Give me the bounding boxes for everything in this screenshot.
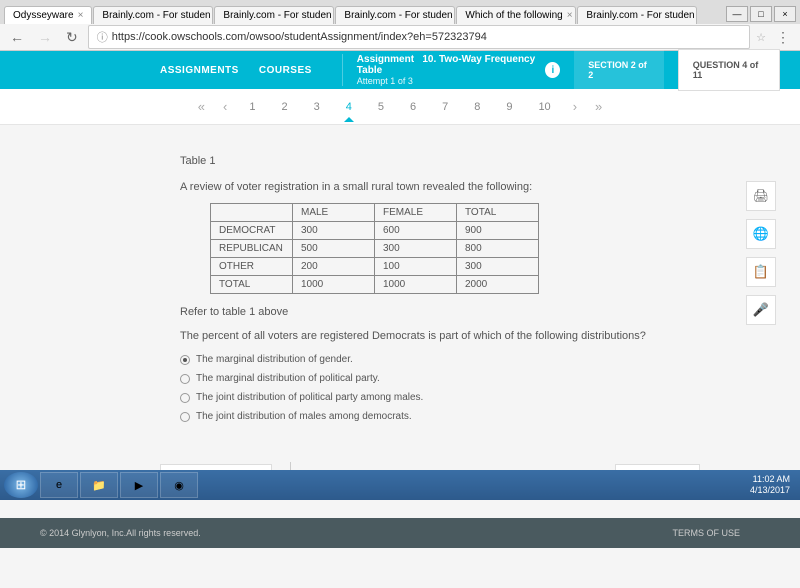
page-number[interactable]: 1	[245, 93, 259, 121]
tab-label: Brainly.com - For studen	[344, 10, 452, 21]
data-table: MALE FEMALE TOTAL DEMOCRAT300600900 REPU…	[210, 203, 539, 294]
maximize-button[interactable]: □	[750, 6, 772, 22]
radio-icon[interactable]	[180, 412, 190, 422]
page-number[interactable]: 9	[502, 93, 516, 121]
tab-label: Odysseyware	[13, 10, 74, 21]
browser-tab[interactable]: Brainly.com - For studen×	[214, 6, 334, 24]
start-button[interactable]: ⊞	[4, 472, 38, 498]
option-label: The marginal distribution of political p…	[196, 373, 380, 384]
app-header: ASSIGNMENTS COURSES Assignment 10. Two-W…	[0, 51, 800, 89]
copyright-text: © 2014 Glynlyon, Inc.All rights reserved…	[40, 528, 201, 538]
refer-text: Refer to table 1 above	[180, 306, 720, 318]
page-number[interactable]: 5	[374, 93, 388, 121]
question-indicator[interactable]: QUESTION 4 of 11	[678, 49, 780, 91]
assignment-label: Assignment	[357, 54, 414, 65]
globe-icon: 🌐	[753, 226, 769, 242]
taskbar-item[interactable]: e	[40, 472, 78, 498]
bookmark-icon[interactable]: ☆	[756, 31, 766, 44]
copy-button[interactable]: 📋	[746, 257, 776, 287]
page-number[interactable]: 10	[534, 93, 554, 121]
mic-button[interactable]: 🎤	[746, 295, 776, 325]
table-row: DEMOCRAT300600900	[211, 222, 539, 240]
section-indicator[interactable]: SECTION 2 of 2	[574, 50, 663, 90]
clock-time: 11:02 AM	[750, 474, 790, 485]
menu-icon[interactable]: ⋮	[772, 29, 794, 46]
page-number[interactable]: 6	[406, 93, 420, 121]
site-info-icon[interactable]: ⓘ	[97, 29, 108, 45]
option-label: The joint distribution of political part…	[196, 392, 423, 403]
attempt-label: Attempt 1 of 3	[357, 76, 546, 86]
close-icon[interactable]: ×	[567, 10, 573, 21]
page-number[interactable]: 8	[470, 93, 484, 121]
taskbar-item[interactable]: ◉	[160, 472, 198, 498]
page-number[interactable]: 2	[277, 93, 291, 121]
browser-tab[interactable]: Which of the following ×	[456, 6, 576, 24]
question-text: The percent of all voters are registered…	[180, 330, 720, 342]
mic-icon: 🎤	[753, 302, 769, 318]
intro-text: A review of voter registration in a smal…	[180, 181, 720, 193]
info-icon[interactable]: i	[545, 62, 560, 78]
tab-label: Which of the following	[465, 10, 562, 21]
browser-tab[interactable]: Odysseyware ×	[4, 6, 92, 24]
taskbar-item[interactable]: 📁	[80, 472, 118, 498]
answer-option[interactable]: The joint distribution of political part…	[180, 392, 720, 403]
print-icon: 🖨	[753, 188, 770, 204]
table-cell: FEMALE	[375, 204, 457, 222]
nav-courses[interactable]: COURSES	[259, 65, 312, 76]
table-cell	[211, 204, 293, 222]
option-label: The marginal distribution of gender.	[196, 354, 353, 365]
radio-icon[interactable]	[180, 355, 190, 365]
question-pager: « ‹ 1 2 3 4 5 6 7 8 9 10 › »	[0, 89, 800, 125]
close-button[interactable]: ×	[774, 6, 796, 22]
table-cell: TOTAL	[457, 204, 539, 222]
table-title: Table 1	[180, 155, 720, 167]
page-number[interactable]: 7	[438, 93, 452, 121]
close-icon[interactable]: ×	[78, 10, 84, 21]
tab-label: Brainly.com - For studen	[586, 10, 694, 21]
answer-option[interactable]: The marginal distribution of political p…	[180, 373, 720, 384]
terms-link[interactable]: TERMS OF USE	[672, 528, 740, 538]
table-row: OTHER200100300	[211, 258, 539, 276]
tab-label: Brainly.com - For studen	[223, 10, 331, 21]
tab-label: Brainly.com - For studen	[102, 10, 210, 21]
answer-option[interactable]: The marginal distribution of gender.	[180, 354, 720, 365]
windows-taskbar: ⊞ e 📁 ▶ ◉ 11:02 AM 4/13/2017	[0, 470, 800, 500]
system-tray[interactable]: 11:02 AM 4/13/2017	[750, 474, 796, 496]
page-number[interactable]: 3	[310, 93, 324, 121]
clock-date: 4/13/2017	[750, 485, 790, 496]
assignment-info: Assignment 10. Two-Way Frequency Table A…	[342, 54, 546, 86]
pager-prev-icon[interactable]: ‹	[223, 99, 227, 114]
forward-button[interactable]: →	[34, 29, 56, 45]
radio-icon[interactable]	[180, 393, 190, 403]
globe-button[interactable]: 🌐	[746, 219, 776, 249]
back-button[interactable]: ←	[6, 29, 28, 45]
pager-last-icon[interactable]: »	[595, 99, 602, 114]
browser-tab[interactable]: Brainly.com - For studen×	[335, 6, 455, 24]
option-label: The joint distribution of males among de…	[196, 411, 412, 422]
reload-button[interactable]: ↻	[62, 29, 82, 46]
browser-tab[interactable]: Brainly.com - For studen×	[93, 6, 213, 24]
page-footer: © 2014 Glynlyon, Inc.All rights reserved…	[0, 518, 800, 548]
browser-tabs: Odysseyware× Brainly.com - For studen× B…	[0, 0, 800, 24]
copy-icon: 📋	[753, 264, 769, 280]
nav-assignments[interactable]: ASSIGNMENTS	[160, 65, 239, 76]
url-text: https://cook.owschools.com/owsoo/student…	[112, 31, 487, 43]
table-row: MALE FEMALE TOTAL	[211, 204, 539, 222]
windows-icon: ⊞	[16, 477, 27, 493]
address-bar[interactable]: ⓘ https://cook.owschools.com/owsoo/stude…	[88, 25, 750, 49]
table-cell: MALE	[293, 204, 375, 222]
table-row: REPUBLICAN500300800	[211, 240, 539, 258]
print-button[interactable]: 🖨	[746, 181, 776, 211]
pager-first-icon[interactable]: «	[198, 99, 205, 114]
question-content: Table 1 A review of voter registration i…	[180, 155, 720, 422]
taskbar-item[interactable]: ▶	[120, 472, 158, 498]
side-toolbar: 🖨 🌐 📋 🎤	[746, 181, 776, 325]
browser-tab[interactable]: Brainly.com - For studen×	[577, 6, 697, 24]
table-row: TOTAL100010002000	[211, 276, 539, 294]
pager-next-icon[interactable]: ›	[573, 99, 577, 114]
radio-icon[interactable]	[180, 374, 190, 384]
minimize-button[interactable]: —	[726, 6, 748, 22]
page-number-active[interactable]: 4	[342, 93, 356, 121]
answer-option[interactable]: The joint distribution of males among de…	[180, 411, 720, 422]
